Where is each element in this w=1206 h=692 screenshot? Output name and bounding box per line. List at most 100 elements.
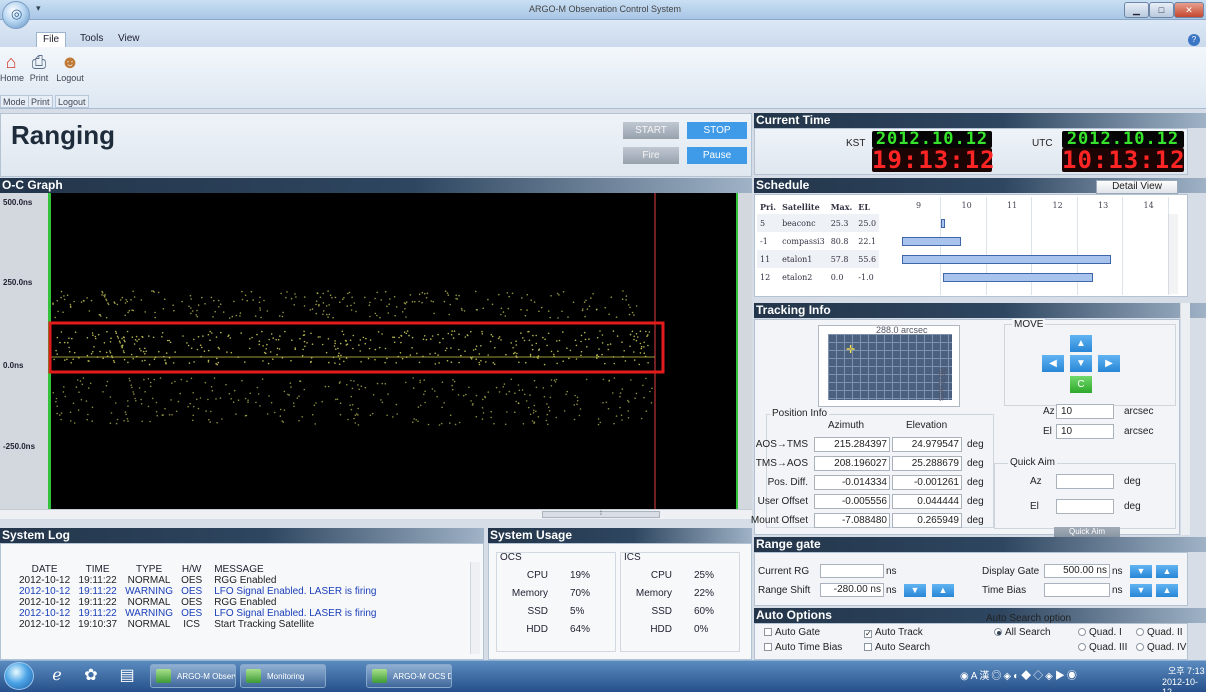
col-type[interactable]: TYPE (121, 564, 177, 575)
auto-gate-checkbox[interactable]: Auto Gate (764, 627, 820, 638)
schedule-row[interactable]: 5 beaconc 25.3 25.0 (757, 214, 880, 232)
schedule-row[interactable]: 11 etalon1 57.8 55.6 (757, 250, 880, 268)
oc-point (343, 360, 345, 363)
schedule-pass-bar[interactable] (902, 237, 962, 246)
log-row[interactable]: 2012-10-12 19:10:37 NORMAL ICS Start Trackin… (15, 619, 381, 630)
time-bias-down-button[interactable]: ▼ (1130, 584, 1152, 597)
log-row[interactable]: 2012-10-12 19:11:22 NORMAL OES RGG Enabled (15, 597, 381, 608)
schedule-pass-bar[interactable] (902, 255, 1112, 264)
start-button[interactable] (4, 662, 34, 690)
detail-view-button[interactable]: Detail View (1096, 180, 1178, 194)
auto-track-checkbox[interactable]: ✓ Auto Track (864, 627, 923, 638)
quad4-radio[interactable]: Quad. IV (1136, 642, 1186, 653)
oc-point (106, 330, 108, 333)
maximize-button[interactable]: □ (1149, 2, 1174, 18)
move-left-button[interactable]: ◀ (1042, 355, 1064, 372)
oc-graph-plot[interactable] (48, 193, 738, 509)
oc-point (412, 387, 415, 389)
tracking-scrollbar[interactable] (1180, 303, 1190, 535)
log-scrollbar[interactable] (470, 562, 480, 654)
quick-aim-el-input[interactable] (1056, 499, 1114, 514)
help-icon[interactable]: ? (1188, 34, 1200, 46)
pause-button[interactable]: Pause (687, 147, 747, 164)
quick-aim-az-input[interactable] (1056, 474, 1114, 489)
schedule-row[interactable]: 12 etalon2 0.0 -1.0 (757, 268, 879, 286)
system-tray-icons[interactable]: ◉A漢◎◈◐◆◇◈▶◉ (960, 667, 1079, 682)
oc-point (458, 333, 460, 335)
fire-button[interactable]: Fire (623, 147, 679, 164)
time-bias-field[interactable] (1044, 583, 1110, 597)
azimuth-field[interactable]: 208.196027 (814, 456, 890, 471)
azimuth-field[interactable]: 215.284397 (814, 437, 890, 452)
elevation-field[interactable]: 0.265949 (892, 513, 962, 528)
azimuth-field[interactable]: -7.088480 (814, 513, 890, 528)
clock-date[interactable]: 2012-10-12 (1162, 677, 1206, 692)
oc-point (487, 298, 489, 301)
tab-view[interactable]: View (112, 32, 146, 47)
media-icon[interactable]: ✿ (78, 665, 104, 687)
time-bias-up-button[interactable]: ▲ (1156, 584, 1178, 597)
col-date[interactable]: DATE (15, 564, 74, 575)
col-message[interactable]: MESSAGE (206, 564, 380, 575)
close-button[interactable]: ✕ (1174, 2, 1204, 18)
elevation-field[interactable]: 0.044444 (892, 494, 962, 509)
stop-button[interactable]: STOP (687, 122, 747, 139)
tab-tools[interactable]: Tools (74, 32, 109, 47)
minimize-button[interactable]: ▁ (1124, 2, 1149, 18)
logout-button[interactable]: ☻ Logout (55, 51, 85, 83)
schedule-pass-bar[interactable] (942, 273, 1094, 282)
taskbar-app-argo-observation[interactable]: ARGO-M Observa... (150, 664, 236, 688)
range-shift-down-button[interactable]: ▼ (904, 584, 926, 597)
clock-time[interactable]: 오후 7:13 (1168, 664, 1205, 677)
current-rg-field[interactable] (820, 564, 884, 578)
schedule-pass-bar[interactable] (940, 219, 946, 228)
quick-aim-button[interactable]: Quick Aim (1054, 527, 1120, 537)
all-search-radio[interactable]: All Search (994, 627, 1051, 638)
azimuth-field[interactable]: -0.014334 (814, 475, 890, 490)
oc-point (344, 339, 347, 342)
schedule-row[interactable]: -1 compassi3 80.8 22.1 (757, 232, 879, 250)
schedule-el: 55.6 (855, 250, 880, 268)
quad2-radio[interactable]: Quad. II (1136, 627, 1183, 638)
move-down-button[interactable]: ▼ (1070, 355, 1092, 372)
move-up-button[interactable]: ▲ (1070, 335, 1092, 352)
taskbar-app-monitoring[interactable]: Monitoring (240, 664, 326, 688)
move-el-input[interactable]: 10 (1056, 424, 1114, 439)
oc-point (386, 357, 388, 360)
log-row[interactable]: 2012-10-12 19:11:22 NORMAL OES RGG Enabled (15, 575, 381, 586)
schedule-scrollbar[interactable] (1168, 214, 1178, 294)
display-gate-down-button[interactable]: ▼ (1130, 565, 1152, 578)
home-button[interactable]: ⌂ Home (0, 51, 24, 83)
azimuth-field[interactable]: -0.005556 (814, 494, 890, 509)
log-row[interactable]: 2012-10-12 19:11:22 WARNING OES LFO Signal E… (15, 586, 381, 597)
col-hw[interactable]: H/W (177, 564, 206, 575)
auto-search-checkbox[interactable]: Auto Search (864, 642, 930, 653)
elevation-field[interactable]: 25.288679 (892, 456, 962, 471)
range-shift-up-button[interactable]: ▲ (932, 584, 954, 597)
elevation-field[interactable]: -0.001261 (892, 475, 962, 490)
oc-point (518, 361, 520, 364)
oc-point (98, 314, 101, 316)
display-gate-field[interactable]: 500.00 ns (1044, 564, 1110, 578)
display-gate-up-button[interactable]: ▲ (1156, 565, 1178, 578)
move-center-button[interactable]: C (1070, 376, 1092, 393)
quick-access-dropdown[interactable]: ▾ (36, 3, 41, 14)
start-button[interactable]: START (623, 122, 679, 139)
move-right-button[interactable]: ▶ (1098, 355, 1120, 372)
folder-icon[interactable]: ▤ (114, 665, 140, 687)
log-row[interactable]: 2012-10-12 19:11:22 WARNING OES LFO Signal E… (15, 608, 381, 619)
range-shift-field[interactable]: -280.00 ns (820, 583, 884, 597)
graph-scroll-thumb[interactable]: ⁞ (542, 511, 660, 518)
app-menu-orb[interactable]: ◎ (2, 1, 30, 29)
move-az-input[interactable]: 10 (1056, 404, 1114, 419)
quad1-radio[interactable]: Quad. I (1078, 627, 1122, 638)
internet-explorer-icon[interactable]: ℯ (44, 665, 70, 687)
oc-point (87, 413, 89, 416)
elevation-field[interactable]: 24.979547 (892, 437, 962, 452)
col-time[interactable]: TIME (74, 564, 121, 575)
auto-time-bias-checkbox[interactable]: Auto Time Bias (764, 642, 842, 653)
tab-file[interactable]: File (36, 32, 67, 47)
quad3-radio[interactable]: Quad. III (1078, 642, 1127, 653)
print-button[interactable]: ⎙ Print (28, 51, 50, 83)
taskbar-app-ocs-data[interactable]: ARGO-M OCS Da... (366, 664, 452, 688)
